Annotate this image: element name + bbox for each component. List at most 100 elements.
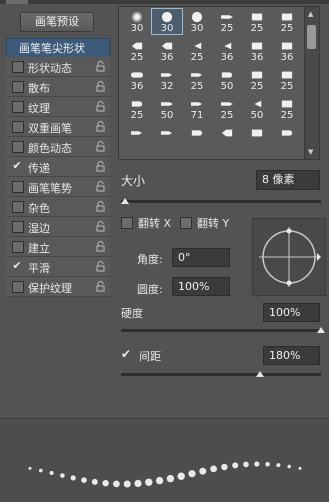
brush-tip-cell[interactable]: 50 bbox=[242, 96, 272, 121]
flat-brush-icon bbox=[251, 42, 263, 50]
lock-icon[interactable] bbox=[96, 81, 105, 92]
brush-option-row[interactable]: 湿边 bbox=[6, 217, 110, 237]
option-checkbox[interactable] bbox=[12, 141, 24, 153]
brush-option-row[interactable]: 建立 bbox=[6, 237, 110, 257]
scroll-up-icon[interactable]: ▲ bbox=[308, 10, 313, 18]
option-checkbox[interactable] bbox=[12, 81, 24, 93]
size-slider-handle[interactable] bbox=[121, 198, 129, 204]
lock-icon[interactable] bbox=[96, 121, 105, 132]
brush-tip-shape-item[interactable]: 画笔笔尖形状 bbox=[6, 38, 110, 58]
lock-icon[interactable] bbox=[96, 281, 105, 292]
option-checkbox[interactable] bbox=[12, 281, 24, 293]
option-checkbox[interactable] bbox=[12, 221, 24, 233]
lock-icon[interactable] bbox=[96, 181, 105, 192]
hardness-input[interactable]: 100% bbox=[263, 303, 320, 322]
brush-tip-cell[interactable]: 32 bbox=[152, 67, 182, 92]
brush-tip-cell[interactable] bbox=[182, 125, 212, 150]
spacing-slider-track[interactable] bbox=[121, 373, 321, 376]
lock-icon[interactable] bbox=[96, 201, 105, 212]
brush-stroke-preview bbox=[28, 461, 302, 488]
brush-tip-cell[interactable]: 25 bbox=[242, 9, 272, 34]
brush-grid-scrollbar[interactable]: ▲ ▼ bbox=[304, 6, 320, 160]
lock-icon[interactable] bbox=[96, 261, 105, 272]
option-checkbox[interactable] bbox=[12, 241, 24, 253]
brush-tip-cell[interactable]: 36 bbox=[122, 67, 152, 92]
brush-option-row[interactable]: 形状动态 bbox=[6, 57, 110, 77]
tip-brush-icon bbox=[161, 73, 173, 77]
brush-tip-cell[interactable] bbox=[212, 125, 242, 150]
option-checkbox[interactable]: ✔ bbox=[12, 160, 22, 171]
brush-option-row[interactable]: 散布 bbox=[6, 77, 110, 97]
fan-brush-icon bbox=[254, 100, 262, 108]
lock-icon[interactable] bbox=[96, 241, 105, 252]
flat-brush-icon bbox=[281, 13, 293, 21]
brush-tip-cell[interactable]: 25 bbox=[272, 67, 302, 92]
brush-option-row[interactable]: 双重画笔 bbox=[6, 117, 110, 137]
option-checkbox[interactable] bbox=[12, 121, 24, 133]
brush-tip-cell[interactable]: 30 bbox=[182, 9, 212, 34]
brush-tip-cell[interactable]: 25 bbox=[212, 9, 242, 34]
angle-label: 角度: bbox=[137, 253, 163, 266]
brush-option-row[interactable]: ✔ 传递 bbox=[6, 157, 110, 177]
brush-option-row[interactable]: 纹理 bbox=[6, 97, 110, 117]
brush-option-row[interactable]: ✔ 平滑 bbox=[6, 257, 110, 277]
brush-option-list: 形状动态 散布 纹理 双重画笔 颜色动态 ✔ 传递 画笔笔势 杂色 湿边建立 ✔ 平滑保护纹理 bbox=[6, 57, 110, 297]
size-input[interactable]: 8 像素 bbox=[256, 170, 320, 190]
lock-icon[interactable] bbox=[96, 221, 105, 232]
blade-brush-icon bbox=[161, 42, 173, 50]
size-slider-track[interactable] bbox=[121, 200, 321, 203]
brush-tip-cell[interactable] bbox=[272, 125, 302, 150]
brush-tip-cell[interactable]: 25 bbox=[182, 38, 212, 63]
brush-tip-cell[interactable]: 36 bbox=[212, 38, 242, 63]
brush-tip-cell[interactable]: 30 bbox=[151, 8, 183, 35]
lock-icon[interactable] bbox=[96, 141, 105, 152]
brush-tip-cell[interactable] bbox=[242, 125, 272, 150]
lock-icon[interactable] bbox=[96, 101, 105, 112]
brush-tip-grid[interactable]: 30 30 30 25 25 25 25 36 25 36 36 36 36 32 25 50 25 25 25 50… bbox=[118, 6, 306, 160]
brush-option-row[interactable]: 杂色 bbox=[6, 197, 110, 217]
brush-tip-cell[interactable]: 25 bbox=[242, 67, 272, 92]
brush-option-row[interactable]: 保护纹理 bbox=[6, 277, 110, 297]
lock-icon[interactable] bbox=[96, 61, 105, 72]
scroll-down-icon[interactable]: ▼ bbox=[308, 148, 313, 156]
option-label: 保护纹理 bbox=[28, 282, 72, 295]
angle-input[interactable]: 0° bbox=[172, 248, 230, 267]
option-checkbox[interactable] bbox=[12, 201, 24, 213]
spacing-input[interactable]: 180% bbox=[263, 346, 320, 365]
angle-roundness-widget[interactable] bbox=[252, 218, 326, 296]
brush-tip-cell[interactable]: 25 bbox=[122, 96, 152, 121]
brush-option-row[interactable]: 画笔笔势 bbox=[6, 177, 110, 197]
hardness-slider-track[interactable] bbox=[121, 329, 321, 332]
option-checkbox[interactable]: ✔ bbox=[12, 260, 22, 271]
flip-x-checkbox[interactable] bbox=[121, 217, 133, 229]
brush-tip-cell[interactable]: 25 bbox=[212, 96, 242, 121]
brush-size-label: 36 bbox=[130, 81, 144, 92]
spacing-checkbox[interactable]: ✔ bbox=[121, 348, 131, 360]
option-checkbox[interactable] bbox=[12, 181, 24, 193]
brush-tip-cell[interactable]: 25 bbox=[272, 9, 302, 34]
brush-tip-cell[interactable]: 36 bbox=[242, 38, 272, 63]
brush-tip-cell[interactable]: 25 bbox=[122, 38, 152, 63]
brush-tip-cell[interactable]: 25 bbox=[272, 96, 302, 121]
brush-tip-cell[interactable]: 30 bbox=[122, 9, 152, 34]
flip-y-checkbox[interactable] bbox=[180, 217, 192, 229]
brush-tip-cell[interactable] bbox=[152, 125, 182, 150]
option-checkbox[interactable] bbox=[12, 101, 24, 113]
option-label: 建立 bbox=[28, 242, 50, 255]
roundness-input[interactable]: 100% bbox=[172, 277, 230, 296]
hardness-slider-handle[interactable] bbox=[317, 327, 325, 333]
lock-icon[interactable] bbox=[96, 161, 105, 172]
brush-tip-cell[interactable]: 36 bbox=[152, 38, 182, 63]
spacing-slider-handle[interactable] bbox=[256, 371, 264, 377]
brush-angle-circle-icon[interactable] bbox=[253, 219, 325, 295]
brush-presets-button[interactable]: 画笔预设 bbox=[20, 12, 94, 32]
option-checkbox[interactable] bbox=[12, 61, 24, 73]
brush-tip-cell[interactable]: 50 bbox=[152, 96, 182, 121]
brush-tip-cell[interactable]: 71 bbox=[182, 96, 212, 121]
brush-tip-cell[interactable]: 50 bbox=[212, 67, 242, 92]
brush-option-row[interactable]: 颜色动态 bbox=[6, 137, 110, 157]
brush-tip-cell[interactable] bbox=[122, 125, 152, 150]
brush-tip-cell[interactable]: 36 bbox=[272, 38, 302, 63]
scroll-thumb[interactable] bbox=[307, 25, 316, 49]
brush-tip-cell[interactable]: 25 bbox=[182, 67, 212, 92]
